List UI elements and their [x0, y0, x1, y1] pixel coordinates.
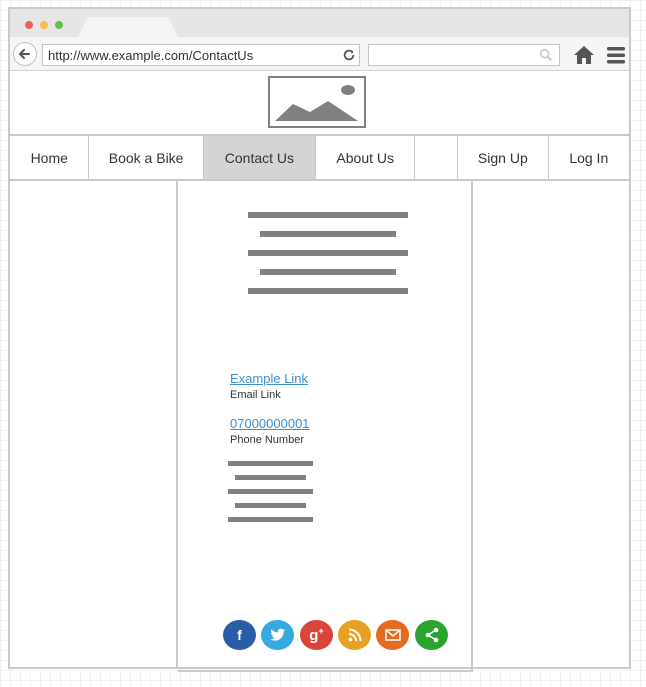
nav-contact-us[interactable]: Contact Us	[203, 136, 317, 179]
right-sidebar	[473, 181, 629, 669]
title-bar	[10, 9, 629, 37]
maximize-window-dot[interactable]	[55, 21, 63, 29]
main-content: Example Link Email Link 07000000001 Phon…	[178, 181, 473, 672]
site-header	[10, 71, 629, 136]
nav-empty-slot[interactable]	[415, 136, 459, 179]
email-link-label: Email Link	[230, 389, 281, 401]
rss-icon	[348, 628, 361, 642]
browser-tab[interactable]	[78, 17, 178, 37]
facebook-icon: f	[237, 627, 242, 643]
main-nav: Home Book a Bike Contact Us About Us Sig…	[10, 136, 629, 181]
browser-toolbar: http://www.example.com/ContactUs	[10, 37, 629, 71]
phone-link[interactable]: 07000000001	[230, 416, 310, 431]
minimize-window-dot[interactable]	[40, 21, 48, 29]
back-button[interactable]	[13, 42, 37, 66]
phone-number-label: Phone Number	[230, 434, 304, 446]
address-bar[interactable]: http://www.example.com/ContactUs	[42, 44, 360, 66]
close-window-dot[interactable]	[25, 21, 33, 29]
nav-home[interactable]: Home	[10, 136, 90, 179]
nav-about-us[interactable]: About Us	[316, 136, 416, 179]
twitter-icon	[270, 628, 285, 641]
email-link[interactable]: Example Link	[230, 371, 308, 386]
search-icon	[539, 48, 553, 62]
nav-book-a-bike[interactable]: Book a Bike	[89, 136, 204, 179]
facebook-share-button[interactable]: f	[223, 620, 256, 650]
home-icon[interactable]	[573, 45, 595, 65]
email-share-button[interactable]	[376, 620, 409, 650]
search-input[interactable]	[368, 44, 560, 66]
reload-icon[interactable]	[342, 48, 356, 62]
hamburger-menu-icon[interactable]	[606, 45, 626, 65]
share-icon	[425, 627, 438, 643]
nav-sign-up[interactable]: Sign Up	[458, 136, 549, 179]
google-plus-share-button[interactable]: g+	[300, 620, 333, 650]
share-button[interactable]	[415, 620, 448, 650]
mail-icon	[384, 629, 401, 641]
image-placeholder-icon	[268, 76, 366, 128]
left-sidebar	[10, 181, 178, 669]
browser-window: http://www.example.com/ContactUs Home Bo…	[8, 7, 631, 672]
nav-log-in[interactable]: Log In	[549, 136, 629, 179]
google-plus-icon: g+	[309, 626, 324, 644]
back-arrow-icon	[19, 49, 30, 59]
rss-button[interactable]	[338, 620, 371, 650]
twitter-share-button[interactable]	[261, 620, 294, 650]
